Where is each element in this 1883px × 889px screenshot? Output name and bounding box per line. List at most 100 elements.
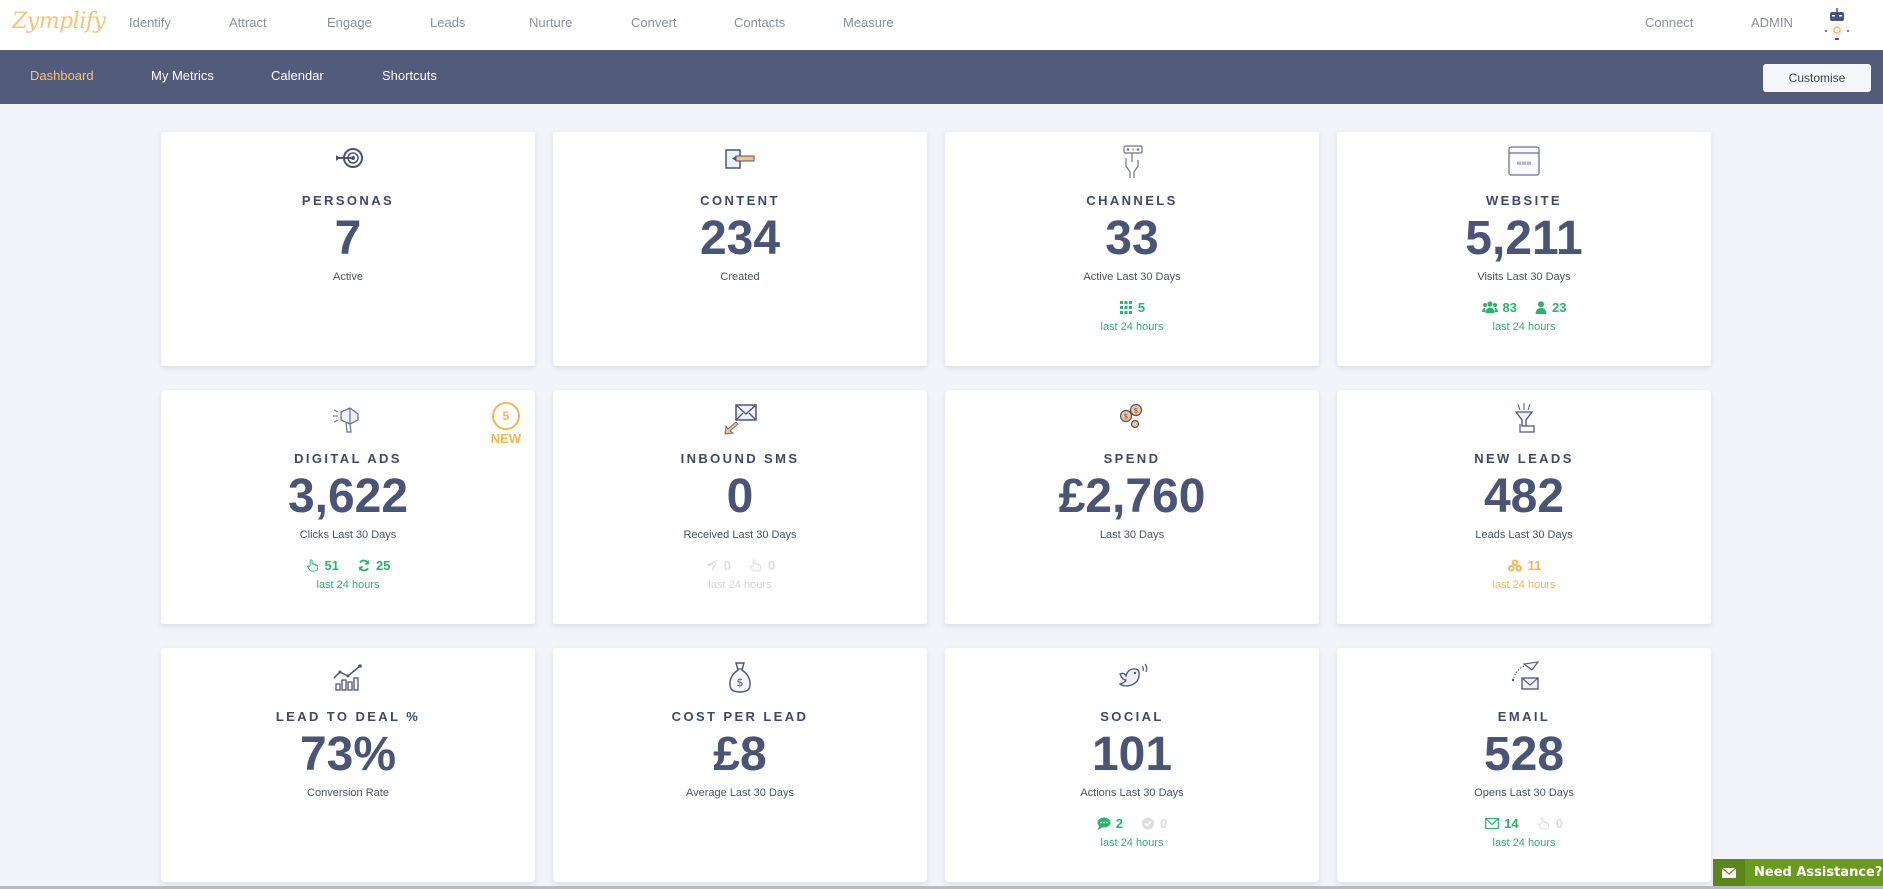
stats-24h: 0 0 [553, 558, 927, 573]
nav-attract[interactable]: Attract [229, 15, 267, 30]
card-title: CHANNELS [1086, 193, 1178, 208]
nav-connect[interactable]: Connect [1645, 15, 1693, 30]
target-arrow-icon [336, 148, 363, 168]
nav-identify[interactable]: Identify [129, 15, 171, 30]
paper-plane-icon [706, 559, 718, 572]
stats-label: last 24 hours [316, 579, 380, 591]
card-value: £8 [713, 728, 767, 781]
stats-24h: 2 0 [945, 816, 1319, 831]
nav-engage[interactable]: Engage [327, 15, 372, 30]
nav-measure[interactable]: Measure [843, 15, 894, 30]
card-value: 101 [1091, 728, 1173, 781]
envelope-icon [1713, 859, 1745, 886]
new-label: NEW [490, 431, 521, 446]
card-email[interactable]: EMAIL 528 Opens Last 30 Days 14 0 last 2… [1337, 648, 1711, 882]
stat-clicks: 51 [306, 558, 339, 573]
envelope-icon [1485, 817, 1500, 830]
card-title: DIGITAL ADS [294, 451, 402, 466]
card-caption: Opens Last 30 Days [1474, 787, 1574, 799]
new-count: 5 [491, 402, 520, 430]
card-value: 528 [1483, 728, 1565, 781]
stat-value: 23 [1552, 300, 1567, 315]
stats-label: last 24 hours [1492, 579, 1556, 591]
stat-value: 0 [768, 558, 776, 573]
card-title: SOCIAL [1100, 709, 1164, 724]
card-caption: Average Last 30 Days [685, 787, 795, 799]
card-title: COST PER LEAD [671, 709, 809, 724]
card-title: PERSONAS [301, 193, 395, 208]
bird-icon [1118, 663, 1148, 687]
card-title: NEW LEADS [1474, 451, 1574, 466]
stats-label: last 24 hours [708, 579, 772, 591]
card-new-leads[interactable]: NEW LEADS 482 Leads Last 30 Days 11 last… [1337, 390, 1711, 624]
envelope-arrow-icon [724, 404, 757, 435]
tab-calendar[interactable]: Calendar [271, 68, 324, 83]
tab-shortcuts[interactable]: Shortcuts [382, 68, 437, 83]
card-title: SPEND [1103, 451, 1161, 466]
card-caption: Last 30 Days [1099, 529, 1165, 541]
tab-my-metrics[interactable]: My Metrics [151, 68, 214, 83]
stat-sent: 0 [705, 558, 731, 573]
card-website[interactable]: www WEBSITE 5,211 Visits Last 30 Days 83… [1337, 132, 1711, 366]
stat-comments: 2 [1097, 816, 1123, 831]
user-menu[interactable]: ADMIN [1751, 15, 1793, 30]
stat-users: 23 [1535, 300, 1566, 315]
stat-value: 0 [723, 558, 731, 573]
stats-24h: 5 [945, 300, 1319, 315]
card-lead-to-deal[interactable]: LEAD TO DEAL % 73% Conversion Rate [161, 648, 535, 882]
stat-value: 51 [324, 558, 339, 573]
megaphone-icon [333, 407, 359, 433]
card-value: 5,211 [1465, 212, 1583, 265]
stat-value: 5 [1137, 300, 1146, 315]
top-navigation: Zymplify Identify Attract Engage Leads N… [0, 0, 1883, 50]
card-social[interactable]: SOCIAL 101 Actions Last 30 Days 2 0 last… [945, 648, 1319, 882]
stat-leads: 11 [1507, 558, 1541, 573]
zymplify-logo[interactable]: Zymplify [12, 9, 106, 34]
grid-icon [1119, 301, 1132, 314]
card-spend[interactable]: $ $ SPEND £2,760 Last 30 Days [945, 390, 1319, 624]
card-channels[interactable]: CHANNELS 33 Active Last 30 Days 5 last 2… [945, 132, 1319, 366]
card-caption: Leads Last 30 Days [1475, 529, 1573, 541]
card-caption: Received Last 30 Days [683, 529, 797, 541]
robot-avatar-icon[interactable] [1820, 6, 1854, 42]
browser-window-icon: www [1508, 146, 1540, 176]
tab-dashboard[interactable]: Dashboard [30, 68, 94, 83]
card-content[interactable]: CONTENT 234 Created [553, 132, 927, 366]
stats-label: last 24 hours [1492, 321, 1556, 333]
customise-button[interactable]: Customise [1763, 64, 1871, 92]
need-assistance-button[interactable]: Need Assistance? [1713, 859, 1883, 886]
envelope-plane-icon [1511, 661, 1540, 690]
card-digital-ads[interactable]: 5 NEW DIGITAL ADS 3,622 Clicks Last 30 D… [161, 390, 535, 624]
stats-24h: 51 25 [161, 558, 535, 573]
nav-leads[interactable]: Leads [430, 15, 465, 30]
nav-convert[interactable]: Convert [631, 15, 677, 30]
users-icon [1481, 301, 1498, 313]
card-caption: Created [720, 271, 760, 283]
need-assistance-label: Need Assistance? [1754, 865, 1883, 880]
chart-growth-icon [333, 664, 362, 691]
card-value: 0 [726, 470, 754, 523]
check-circle-icon [1141, 817, 1155, 830]
card-inbound-sms[interactable]: INBOUND SMS 0 Received Last 30 Days 0 0 … [553, 390, 927, 624]
svg-text:www: www [1517, 160, 1532, 167]
nav-nurture[interactable]: Nurture [529, 15, 572, 30]
stats-label: last 24 hours [1100, 837, 1164, 849]
svg-text:$: $ [737, 676, 744, 689]
refresh-icon [358, 559, 370, 572]
user-icon [1535, 301, 1547, 314]
new-badge[interactable]: 5 NEW [491, 402, 521, 445]
card-value: £2,760 [1058, 470, 1206, 523]
funnel-hand-icon [1514, 403, 1535, 433]
dashboard-grid: PERSONAS 7 Active CONTENT 234 Created CH… [161, 132, 1711, 882]
comment-icon [1097, 817, 1111, 830]
cubes-icon [1507, 559, 1522, 572]
card-title: CONTENT [700, 193, 780, 208]
pointer-hand-icon [1537, 817, 1549, 830]
stat-conversions: 25 [357, 558, 390, 573]
hand-remote-icon [1123, 145, 1143, 178]
nav-contacts[interactable]: Contacts [734, 15, 785, 30]
stat-clicks: 0 [749, 558, 775, 573]
card-personas[interactable]: PERSONAS 7 Active [161, 132, 535, 366]
card-title: LEAD TO DEAL % [275, 709, 421, 724]
card-cost-per-lead[interactable]: $ COST PER LEAD £8 Average Last 30 Days [553, 648, 927, 882]
